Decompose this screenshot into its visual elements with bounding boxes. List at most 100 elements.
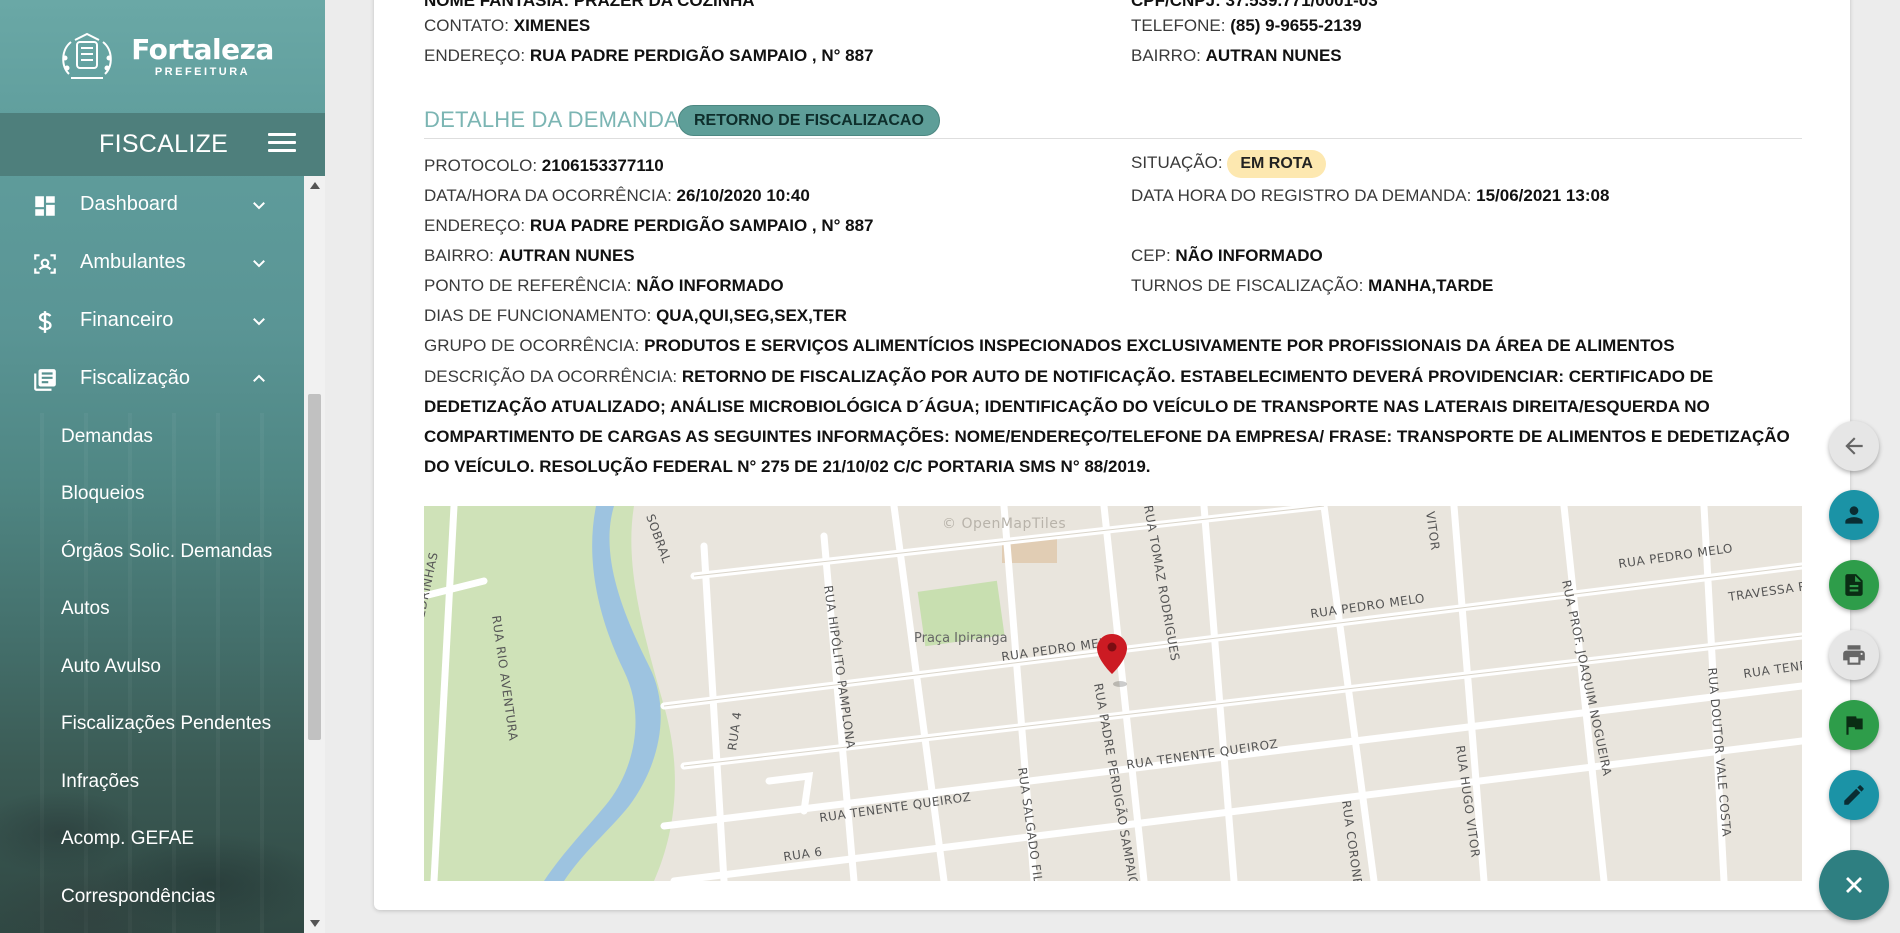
turnos-label: TURNOS DE FISCALIZAÇÃO: xyxy=(1131,276,1364,295)
document-button[interactable] xyxy=(1829,560,1879,610)
map-attribution: © OpenMapTiles xyxy=(942,516,1066,532)
grupo-label: GRUPO DE OCORRÊNCIA: xyxy=(424,336,640,355)
document-icon xyxy=(1845,574,1863,596)
sidebar-item-label: Dashboard xyxy=(80,193,178,215)
dashboard-icon xyxy=(35,196,55,216)
section-title: DETALHE DA DEMANDA xyxy=(424,107,680,132)
sidebar-nav: Dashboard Ambulantes Financeiro Fiscaliz… xyxy=(0,176,304,933)
detalhe-endereco-value: RUA PADRE PERDIGÃO SAMPAIO , N° 887 xyxy=(529,216,874,235)
person-icon xyxy=(1845,506,1863,524)
edit-icon xyxy=(1844,785,1864,805)
sidebar-subitem-auto-avulso[interactable]: Auto Avulso xyxy=(0,638,304,696)
data-ocorrencia-label: DATA/HORA DA OCORRÊNCIA: xyxy=(424,186,672,205)
situacao-label: SITUAÇÃO: xyxy=(1131,153,1223,172)
sidebar-subitem-infracoes[interactable]: Infrações xyxy=(0,753,304,811)
dias-row: DIAS DE FUNCIONAMENTO: QUA,QUI,SEG,SEX,T… xyxy=(424,306,847,326)
app-title: FISCALIZE xyxy=(99,130,229,158)
scroll-thumb[interactable] xyxy=(308,394,321,740)
edit-button[interactable] xyxy=(1829,770,1879,820)
contact-button[interactable] xyxy=(1829,490,1879,540)
dias-value: QUA,QUI,SEG,SEX,TER xyxy=(656,306,847,325)
contato-row: CONTATO: XIMENES xyxy=(424,16,590,36)
partial-row-right: CPF/CNPJ: 37.539.771/0001-03 xyxy=(1131,0,1378,10)
telefone-row: TELEFONE: (85) 9-9655-2139 xyxy=(1131,16,1362,36)
sidebar: Fortaleza PREFEITURA FISCALIZE Dashboard… xyxy=(0,0,325,933)
protocolo-label: PROTOCOLO: xyxy=(424,156,538,175)
turnos-value: MANHA,TARDE xyxy=(1368,276,1494,295)
descricao-row: DESCRIÇÃO DA OCORRÊNCIA: RETORNO DE FISC… xyxy=(424,362,1806,482)
library-books-icon xyxy=(34,369,56,391)
flag-button[interactable] xyxy=(1829,700,1879,750)
chevron-up-icon xyxy=(253,374,265,382)
detalhe-bairro-label: BAIRRO: xyxy=(424,246,494,265)
bairro-row: BAIRRO: AUTRAN NUNES xyxy=(1131,46,1342,66)
scroll-up-arrow-icon[interactable] xyxy=(310,182,320,189)
contato-value: XIMENES xyxy=(513,16,591,35)
back-button[interactable] xyxy=(1829,421,1879,471)
flag-icon xyxy=(1846,716,1863,735)
sidebar-item-dashboard[interactable]: Dashboard xyxy=(0,176,304,234)
city-emblem-icon xyxy=(62,32,112,79)
close-icon xyxy=(1846,877,1862,893)
status-badge: EM ROTA xyxy=(1227,150,1326,178)
demand-type-badge: RETORNO DE FISCALIZACAO xyxy=(678,105,940,136)
data-ocorrencia-value: 26/10/2020 10:40 xyxy=(676,186,810,205)
sidebar-subitem-demandas[interactable]: Demandas xyxy=(0,408,304,466)
grupo-row: GRUPO DE OCORRÊNCIA: PRODUTOS E SERVIÇOS… xyxy=(424,336,1675,356)
print-button[interactable] xyxy=(1829,630,1879,680)
protocolo-row: PROTOCOLO: 2106153377110 xyxy=(424,156,664,176)
sidebar-item-ambulantes[interactable]: Ambulantes xyxy=(0,234,304,292)
data-ocorrencia-row: DATA/HORA DA OCORRÊNCIA: 26/10/2020 10:4… xyxy=(424,186,810,206)
hamburger-menu-icon[interactable] xyxy=(268,133,296,155)
grupo-value: PRODUTOS E SERVIÇOS ALIMENTÍCIOS INSPECI… xyxy=(644,336,1675,355)
sidebar-item-financeiro[interactable]: Financeiro xyxy=(0,292,304,350)
descricao-label: DESCRIÇÃO DA OCORRÊNCIA: xyxy=(424,367,678,386)
section-divider xyxy=(424,138,1802,139)
app-bar: FISCALIZE xyxy=(0,113,325,176)
detalhe-endereco-row: ENDEREÇO: RUA PADRE PERDIGÃO SAMPAIO , N… xyxy=(424,216,874,236)
sidebar-scrollbar[interactable] xyxy=(304,176,325,933)
chevron-down-icon xyxy=(253,202,265,210)
referencia-row: PONTO DE REFERÊNCIA: NÃO INFORMADO xyxy=(424,276,784,296)
sidebar-item-label: Fiscalização xyxy=(80,367,191,389)
detalhe-endereco-label: ENDEREÇO: xyxy=(424,216,526,235)
detalhe-bairro-value: AUTRAN NUNES xyxy=(498,246,635,265)
dias-label: DIAS DE FUNCIONAMENTO: xyxy=(424,306,652,325)
scroll-down-arrow-icon[interactable] xyxy=(310,920,320,927)
telefone-label: TELEFONE: xyxy=(1131,16,1226,35)
referencia-label: PONTO DE REFERÊNCIA: xyxy=(424,276,632,295)
logo-subtitle: PREFEITURA xyxy=(154,65,251,78)
bairro-value: AUTRAN NUNES xyxy=(1205,46,1342,65)
sidebar-subitem-bloqueios[interactable]: Bloqueios xyxy=(0,466,304,524)
cep-value: NÃO INFORMADO xyxy=(1175,246,1323,265)
situacao-row: SITUAÇÃO: EM ROTA xyxy=(1131,150,1326,178)
data-registro-label: DATA HORA DO REGISTRO DA DEMANDA: xyxy=(1131,186,1472,205)
sidebar-subitem-orgaos[interactable]: Órgãos Solic. Demandas xyxy=(0,523,304,581)
sidebar-subitem-correspondencias[interactable]: Correspondências xyxy=(0,868,304,926)
turnos-row: TURNOS DE FISCALIZAÇÃO: MANHA,TARDE xyxy=(1131,276,1493,296)
bairro-label: BAIRRO: xyxy=(1131,46,1201,65)
protocolo-value: 2106153377110 xyxy=(541,156,664,175)
partial-row-left: NOME FANTASIA: PRAZER DA COZINHA xyxy=(424,0,755,10)
chevron-down-icon xyxy=(253,318,265,326)
logo-name: Fortaleza xyxy=(131,32,274,66)
print-icon xyxy=(1843,645,1865,665)
referencia-value: NÃO INFORMADO xyxy=(636,276,784,295)
contato-label: CONTATO: xyxy=(424,16,509,35)
telefone-value: (85) 9-9655-2139 xyxy=(1230,16,1362,35)
sidebar-subitem-fiscalizacoes-pendentes[interactable]: Fiscalizações Pendentes xyxy=(0,696,304,754)
data-registro-value: 15/06/2021 13:08 xyxy=(1476,186,1610,205)
dollar-icon xyxy=(38,311,52,333)
endereco-label: ENDEREÇO: xyxy=(424,46,526,65)
sidebar-subitem-acomp-gefae[interactable]: Acomp. GEFAE xyxy=(0,811,304,869)
logo[interactable]: Fortaleza PREFEITURA xyxy=(0,0,325,113)
sidebar-item-fiscalizacao[interactable]: Fiscalização xyxy=(0,350,304,408)
arrow-back-icon xyxy=(1845,437,1863,455)
endereco-value: RUA PADRE PERDIGÃO SAMPAIO , N° 887 xyxy=(529,46,874,65)
sidebar-item-label: Financeiro xyxy=(80,309,174,331)
cep-label: CEP: xyxy=(1131,246,1171,265)
endereco-row: ENDEREÇO: RUA PADRE PERDIGÃO SAMPAIO , N… xyxy=(424,46,874,66)
close-fab-button[interactable] xyxy=(1819,850,1889,920)
sidebar-subitem-autos[interactable]: Autos xyxy=(0,581,304,639)
location-map[interactable]: © OpenMapTiles RUA PEDRO MELO RUA PEDRO … xyxy=(424,506,1802,881)
